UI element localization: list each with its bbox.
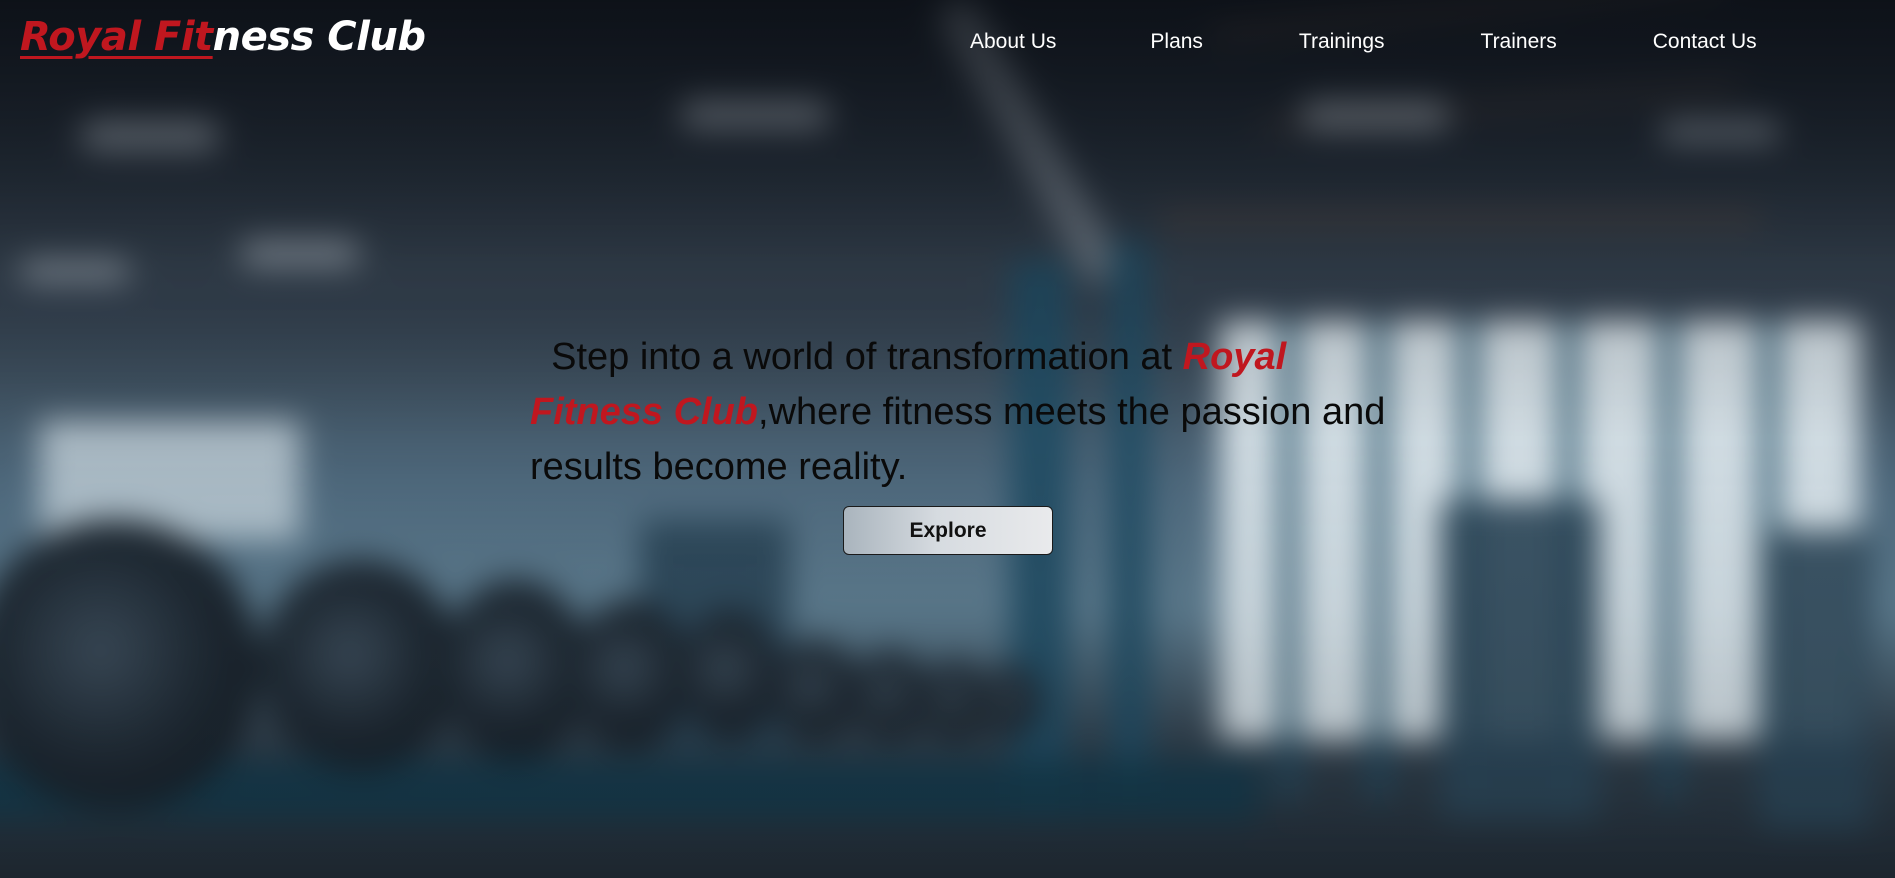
home-page: Royal Fitness Club About Us Plans Traini… — [0, 0, 1895, 878]
hero-tagline: Step into a world of transformation at R… — [530, 330, 1390, 495]
site-logo[interactable]: Royal Fitness Club — [20, 14, 426, 60]
nav-link-about-us[interactable]: About Us — [970, 30, 1056, 54]
logo-text-white: ness Club — [212, 14, 426, 60]
nav-link-contact-us[interactable]: Contact Us — [1653, 30, 1757, 54]
hero-text-before: Step into a world of transformation at — [551, 336, 1183, 378]
main-nav: About Us Plans Trainings Trainers Contac… — [970, 30, 1757, 54]
logo-text-red: Royal Fit — [20, 14, 213, 60]
nav-link-trainings[interactable]: Trainings — [1299, 30, 1385, 54]
nav-link-plans[interactable]: Plans — [1150, 30, 1203, 54]
nav-link-trainers[interactable]: Trainers — [1481, 30, 1557, 54]
explore-button[interactable]: Explore — [843, 506, 1053, 555]
